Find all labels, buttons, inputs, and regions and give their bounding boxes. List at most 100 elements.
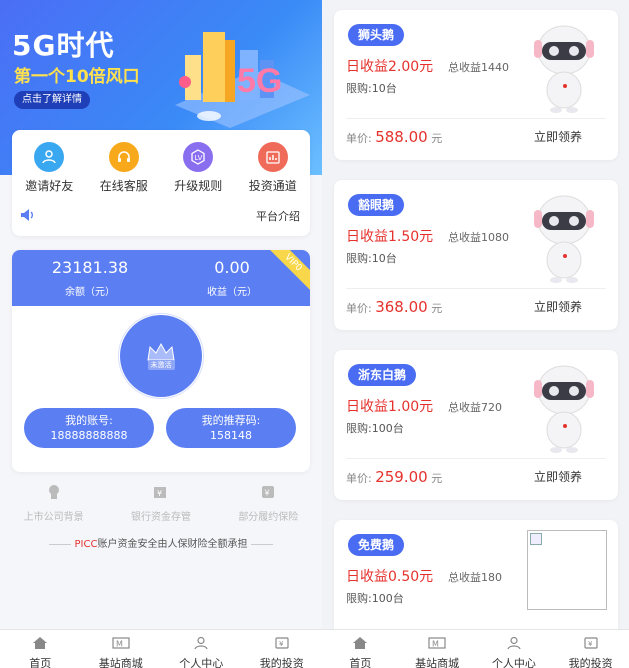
status-text: 未激活 xyxy=(147,360,175,370)
menu-label: 邀请好友 xyxy=(25,179,74,193)
account-card: 23181.38 余额（元） 0.00 收益（元） VIP0 未激活 我的账号:… xyxy=(12,250,310,472)
menu-label: 升级规则 xyxy=(174,179,223,193)
user-icon xyxy=(194,636,208,650)
tab-label: 首页 xyxy=(29,657,52,668)
mall-icon: M xyxy=(112,637,130,649)
price-unit: 元 xyxy=(431,472,443,485)
daily-income: 日收益2.00元 xyxy=(346,59,434,75)
price-unit: 元 xyxy=(431,302,443,315)
investment-icon: ¥ xyxy=(275,637,289,649)
invest-channel-icon xyxy=(257,142,288,172)
product-name: 免费鹅 xyxy=(348,534,405,556)
daily-income: 日收益0.50元 xyxy=(346,569,434,585)
banner-title: 5G时代 xyxy=(12,29,115,62)
broken-image-placeholder xyxy=(527,530,607,610)
price-value: 259.00 xyxy=(375,468,428,486)
tab-label: 基站商城 xyxy=(415,657,460,668)
product-card[interactable]: 狮头鹅 日收益2.00元 总收益1440 限购:10台 单价: 588.00 元… xyxy=(334,10,618,160)
platform-notice[interactable]: 平台介绍 xyxy=(20,206,304,226)
tab-home[interactable]: 首页 xyxy=(322,630,399,668)
tab-profile[interactable]: 个人中心 xyxy=(161,630,242,668)
picc-guarantee: PICC账户资金安全由人保财险全额承担 xyxy=(0,535,322,550)
product-card[interactable]: 浙东白鹅 日收益1.00元 总收益720 限购:100台 单价: 259.00 … xyxy=(334,350,618,500)
my-account-button[interactable]: 我的账号: 18888888888 xyxy=(24,408,154,448)
assurance-insurance: ¥ 部分履约保险 xyxy=(215,484,322,524)
total-income: 总收益1080 xyxy=(448,231,509,244)
menu-invite-friends[interactable]: 邀请好友 xyxy=(12,142,87,193)
balance-stat: 23181.38 余额（元） xyxy=(20,258,160,298)
invite-user-icon xyxy=(34,142,65,172)
tab-my-investment[interactable]: ¥ 我的投资 xyxy=(242,630,323,668)
investment-icon: ¥ xyxy=(584,637,598,649)
bottom-tab-bar: 首页 M 基站商城 个人中心 ¥ 我的投资 xyxy=(0,629,322,668)
crown-icon xyxy=(147,342,175,361)
svg-text:LV: LV xyxy=(195,154,203,162)
level-rule-icon: LV xyxy=(183,142,214,172)
adopt-now-button[interactable]: 立即领养 xyxy=(534,468,582,485)
speaker-icon xyxy=(21,209,33,221)
assurance-label: 上市公司背景 xyxy=(23,512,84,523)
balance-label: 余额（元） xyxy=(65,287,115,298)
menu-online-service[interactable]: 在线客服 xyxy=(87,142,162,193)
picc-text: 账户资金安全由人保财险全额承担 xyxy=(97,539,248,550)
robot-mascot-image xyxy=(534,365,594,453)
income-stat: 0.00 收益（元） xyxy=(162,258,302,298)
broken-image-icon xyxy=(530,533,542,545)
svg-text:¥: ¥ xyxy=(279,640,284,648)
tab-profile[interactable]: 个人中心 xyxy=(476,630,553,668)
product-name: 豁眼鹅 xyxy=(348,194,405,216)
balance-value: 23181.38 xyxy=(51,258,129,277)
income-label: 收益（元） xyxy=(207,287,257,298)
my-account-value: 18888888888 xyxy=(50,429,128,442)
tab-label: 个人中心 xyxy=(491,657,536,668)
adopt-now-button[interactable]: 立即领养 xyxy=(534,128,582,145)
price-value: 588.00 xyxy=(375,128,428,146)
daily-income: 日收益1.50元 xyxy=(346,229,434,245)
tab-my-investment[interactable]: ¥ 我的投资 xyxy=(552,630,629,668)
menu-invest-channel[interactable]: 投资通道 xyxy=(236,142,311,193)
notice-text: 平台介绍 xyxy=(256,210,300,223)
product-name: 狮头鹅 xyxy=(348,24,405,46)
tab-label: 个人中心 xyxy=(179,657,224,668)
tab-label: 我的投资 xyxy=(568,657,613,668)
referral-value: 158148 xyxy=(210,429,252,442)
product-list-panel: 狮头鹅 日收益2.00元 总收益1440 限购:10台 单价: 588.00 元… xyxy=(322,0,629,668)
total-income: 总收益180 xyxy=(448,571,502,584)
home-panel: 5G时代 第一个10倍风口 点击了解详情 5G 邀请好友 在线客服 LV 升级规… xyxy=(0,0,322,668)
home-icon xyxy=(353,637,368,649)
bottom-tab-bar: 首页 M 基站商城 个人中心 ¥ 我的投资 xyxy=(322,629,629,668)
referral-code-button[interactable]: 我的推荐码: 158148 xyxy=(166,408,296,448)
adopt-now-button[interactable]: 立即领养 xyxy=(534,298,582,315)
referral-label: 我的推荐码: xyxy=(201,414,261,427)
unit-price: 单价: 588.00 元 xyxy=(346,128,442,146)
daily-income: 日收益1.00元 xyxy=(346,399,434,415)
tab-label: 首页 xyxy=(349,657,372,668)
assurance-bank-deposit: ¥ 银行资金存管 xyxy=(107,484,214,524)
product-card[interactable]: 豁眼鹅 日收益1.50元 总收益1080 限购:10台 单价: 368.00 元… xyxy=(334,180,618,330)
tab-home[interactable]: 首页 xyxy=(0,630,81,668)
svg-text:5G: 5G xyxy=(237,62,282,100)
menu-label: 投资通道 xyxy=(248,179,297,193)
robot-mascot-image xyxy=(534,195,594,283)
total-income: 总收益720 xyxy=(448,401,502,414)
tab-mall[interactable]: M 基站商城 xyxy=(399,630,476,668)
assurance-label: 部分履约保险 xyxy=(238,512,299,523)
svg-text:M: M xyxy=(432,640,439,649)
tab-mall[interactable]: M 基站商城 xyxy=(81,630,162,668)
banner-cta-button[interactable]: 点击了解详情 xyxy=(14,91,90,109)
divider xyxy=(346,458,606,459)
divider xyxy=(48,543,71,545)
svg-text:¥: ¥ xyxy=(157,489,162,498)
tab-label: 基站商城 xyxy=(98,657,143,668)
divider xyxy=(346,118,606,119)
unit-price: 单价: 259.00 元 xyxy=(346,468,442,486)
banner-subtitle: 第一个10倍风口 xyxy=(14,67,140,87)
purchase-limit: 限购:10台 xyxy=(346,82,397,95)
my-account-label: 我的账号: xyxy=(65,414,113,427)
home-icon xyxy=(33,637,48,649)
purchase-limit: 限购:100台 xyxy=(346,422,404,435)
menu-upgrade-rules[interactable]: LV 升级规则 xyxy=(161,142,236,193)
divider xyxy=(251,543,274,545)
robot-mascot-image xyxy=(534,25,594,113)
vip-status-badge: 未激活 xyxy=(120,315,202,397)
